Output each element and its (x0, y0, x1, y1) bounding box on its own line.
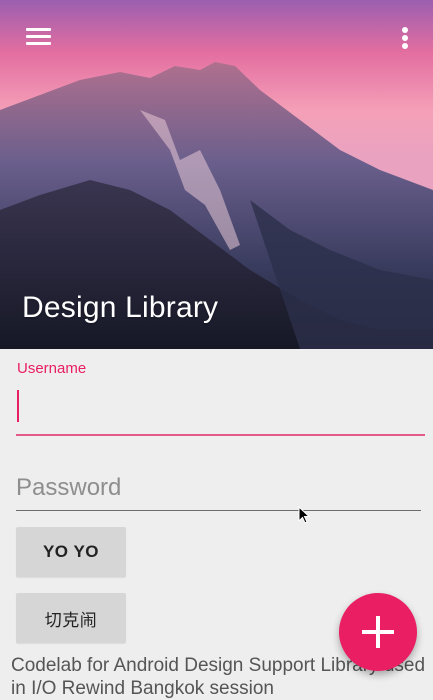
mouse-cursor-icon (298, 506, 311, 524)
menu-icon[interactable] (20, 22, 56, 54)
password-field[interactable] (16, 466, 421, 511)
more-options-icon[interactable] (392, 22, 418, 54)
add-fab-button[interactable] (339, 593, 417, 671)
text-caret (17, 390, 19, 422)
qie-ke-nao-button[interactable]: 切克闹 (16, 593, 126, 643)
header-image: Design Library (0, 0, 433, 349)
page-title: Design Library (22, 291, 219, 324)
yo-yo-button[interactable]: YO YO (16, 527, 126, 577)
username-label: Username (17, 360, 87, 377)
username-field[interactable] (16, 384, 425, 436)
